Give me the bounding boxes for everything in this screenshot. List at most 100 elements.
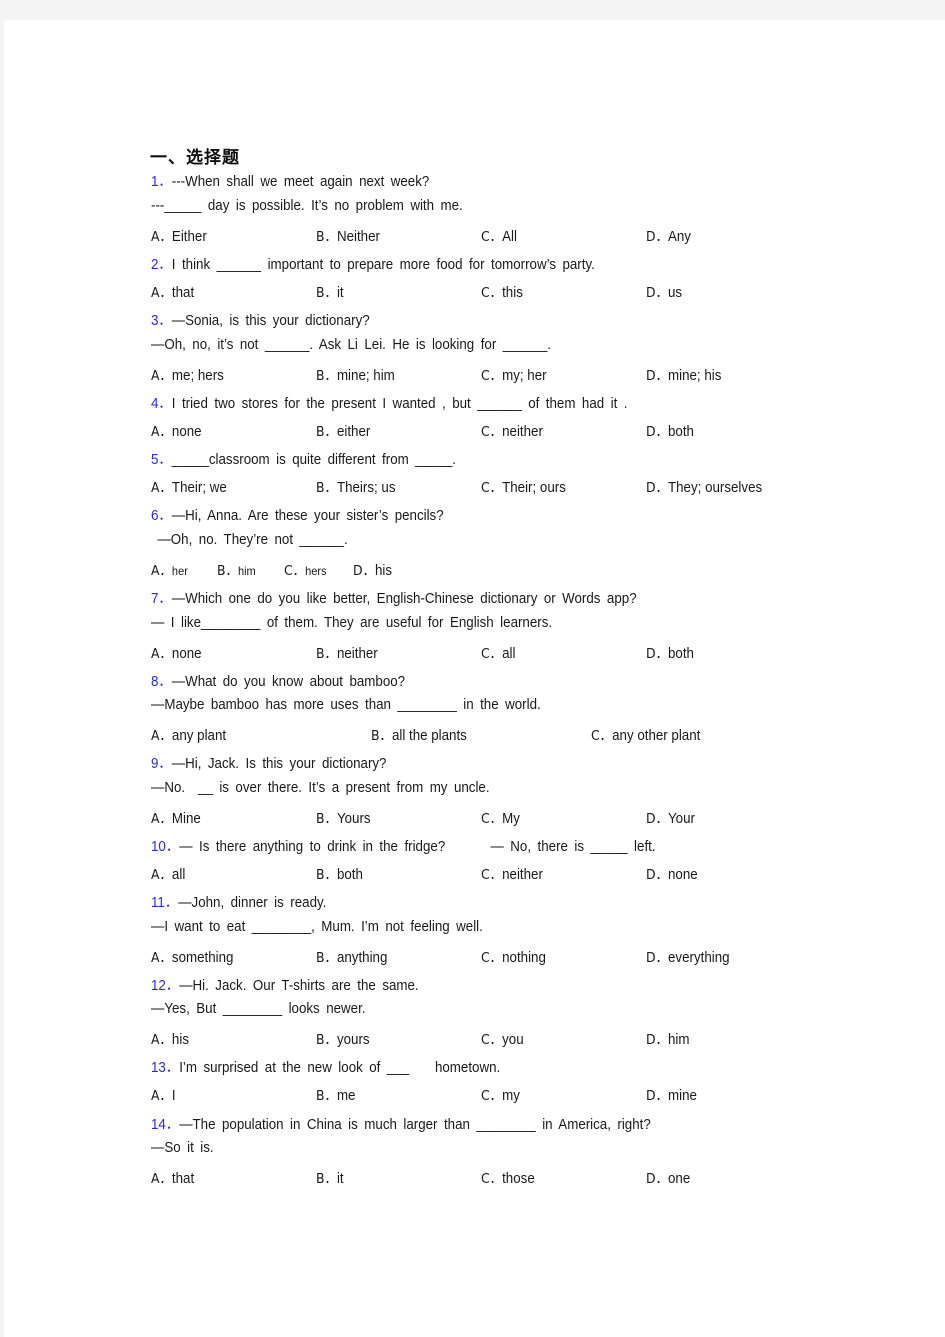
answer-option-a: A．I bbox=[151, 1084, 176, 1104]
option-text: All bbox=[502, 229, 517, 245]
option-text: Either bbox=[171, 229, 207, 245]
option-text: any plant bbox=[171, 728, 227, 744]
answer-option-d: D．mine bbox=[646, 1084, 697, 1104]
question-number: 11． bbox=[151, 895, 179, 911]
option-text: that bbox=[171, 285, 195, 301]
answer-option-d: D．one bbox=[646, 1167, 690, 1187]
question-number: 2． bbox=[151, 257, 172, 273]
answer-option-b: B．either bbox=[316, 420, 370, 440]
question-number: 3． bbox=[151, 313, 172, 329]
question-number: 12． bbox=[151, 978, 180, 994]
question-stem: 3．—Sonia, is this your dictionary? bbox=[151, 309, 370, 330]
option-text: mine; his bbox=[667, 368, 722, 384]
question-stem: 8．—What do you know about bamboo? bbox=[151, 670, 405, 691]
question-number: 8． bbox=[151, 674, 172, 690]
option-text: Neither bbox=[336, 229, 380, 245]
option-text: nothing bbox=[502, 950, 546, 966]
question-text: —Maybe bamboo has more uses than _______… bbox=[151, 697, 541, 713]
option-letter: B． bbox=[217, 563, 238, 579]
option-text: My bbox=[502, 811, 520, 827]
question-text: —What do you know about bamboo? bbox=[171, 674, 406, 690]
option-text: neither bbox=[502, 867, 543, 883]
option-letter: A． bbox=[151, 646, 172, 662]
option-letter: B． bbox=[316, 867, 337, 883]
question-stem: 1．---When shall we meet again next week? bbox=[151, 170, 429, 191]
question-text: I’m surprised at the new look of ___ hom… bbox=[179, 1060, 501, 1076]
answer-option-c: C．My bbox=[481, 807, 520, 827]
question-number: 1． bbox=[151, 174, 172, 190]
question-number: 4． bbox=[151, 396, 172, 412]
option-letter: C． bbox=[591, 728, 613, 744]
option-text: none bbox=[171, 646, 202, 662]
question-text: —John, dinner is ready. bbox=[178, 895, 327, 911]
option-letter: A． bbox=[151, 1032, 172, 1048]
answer-option-b: B．it bbox=[316, 281, 344, 301]
option-text: Any bbox=[667, 229, 691, 245]
question-line: —Maybe bamboo has more uses than _______… bbox=[151, 697, 541, 713]
option-text: his bbox=[374, 563, 393, 579]
answer-option-d: D．Your bbox=[646, 807, 695, 827]
answer-option-d: D．us bbox=[646, 281, 682, 301]
answer-option-b: B．anything bbox=[316, 946, 387, 966]
option-text: everything bbox=[667, 950, 730, 966]
answer-option-b: B．both bbox=[316, 863, 363, 883]
option-text: me; hers bbox=[171, 368, 224, 384]
answer-option-a: A．none bbox=[151, 420, 202, 440]
answer-option-c: C．All bbox=[481, 225, 517, 245]
option-text: her bbox=[171, 564, 188, 578]
option-text: him bbox=[237, 564, 256, 578]
option-text: either bbox=[336, 424, 371, 440]
answer-option-c: C．nothing bbox=[481, 946, 546, 966]
answer-option-a: A．her bbox=[151, 559, 188, 579]
question-text: —The population in China is much larger … bbox=[179, 1117, 651, 1133]
option-text: all the plants bbox=[391, 728, 467, 744]
option-text: that bbox=[171, 1171, 195, 1187]
answer-option-b: B．Neither bbox=[316, 225, 380, 245]
option-text: his bbox=[171, 1032, 189, 1048]
option-letter: A． bbox=[151, 368, 172, 384]
option-letter: A． bbox=[151, 867, 172, 883]
answer-option-c: C．neither bbox=[481, 420, 543, 440]
option-text: yours bbox=[336, 1032, 370, 1048]
option-text: none bbox=[171, 424, 202, 440]
option-letter: C． bbox=[481, 646, 503, 662]
answer-option-a: A．none bbox=[151, 642, 202, 662]
option-letter: B． bbox=[316, 285, 337, 301]
option-letter: D． bbox=[646, 867, 668, 883]
question-text: —Hi, Jack. Is this your dictionary? bbox=[171, 756, 387, 772]
question-stem: 2．I think ______ important to prepare mo… bbox=[151, 253, 595, 274]
option-text: those bbox=[502, 1171, 535, 1187]
option-letter: A． bbox=[151, 1088, 172, 1104]
question-line: —I want to eat ________, Mum. I’m not fe… bbox=[151, 919, 483, 935]
option-text: both bbox=[336, 867, 363, 883]
option-letter: C． bbox=[481, 811, 503, 827]
option-letter: C． bbox=[481, 1032, 503, 1048]
option-letter: B． bbox=[316, 368, 337, 384]
option-letter: C． bbox=[481, 1171, 503, 1187]
option-letter: B． bbox=[316, 950, 337, 966]
option-text: it bbox=[336, 285, 344, 301]
question-number: 6． bbox=[151, 508, 172, 524]
option-letter: D． bbox=[353, 563, 375, 579]
option-letter: D． bbox=[646, 424, 668, 440]
question-line: —So it is. bbox=[151, 1140, 214, 1156]
question-stem: 6．—Hi, Anna. Are these your sister’s pen… bbox=[151, 504, 444, 525]
answer-option-d: D．both bbox=[646, 420, 694, 440]
option-text: I bbox=[171, 1088, 176, 1104]
answer-option-b: B．him bbox=[217, 559, 256, 579]
question-stem: 12．—Hi. Jack. Our T-shirts are the same. bbox=[151, 974, 419, 995]
option-letter: D． bbox=[646, 368, 668, 384]
answer-option-a: A．me; hers bbox=[151, 364, 224, 384]
question-text: ---_____ day is possible. It’s no proble… bbox=[151, 198, 463, 214]
option-letter: B． bbox=[316, 1032, 337, 1048]
option-letter: A． bbox=[151, 480, 172, 496]
option-letter: C． bbox=[481, 424, 503, 440]
option-letter: A． bbox=[151, 563, 172, 579]
option-text: anything bbox=[336, 950, 388, 966]
answer-option-d: D．none bbox=[646, 863, 698, 883]
option-text: Their; we bbox=[171, 480, 227, 496]
option-text: Mine bbox=[171, 811, 201, 827]
question-stem: 5．_____classroom is quite different from… bbox=[151, 448, 456, 469]
option-text: this bbox=[502, 285, 523, 301]
question-number: 9． bbox=[151, 756, 172, 772]
